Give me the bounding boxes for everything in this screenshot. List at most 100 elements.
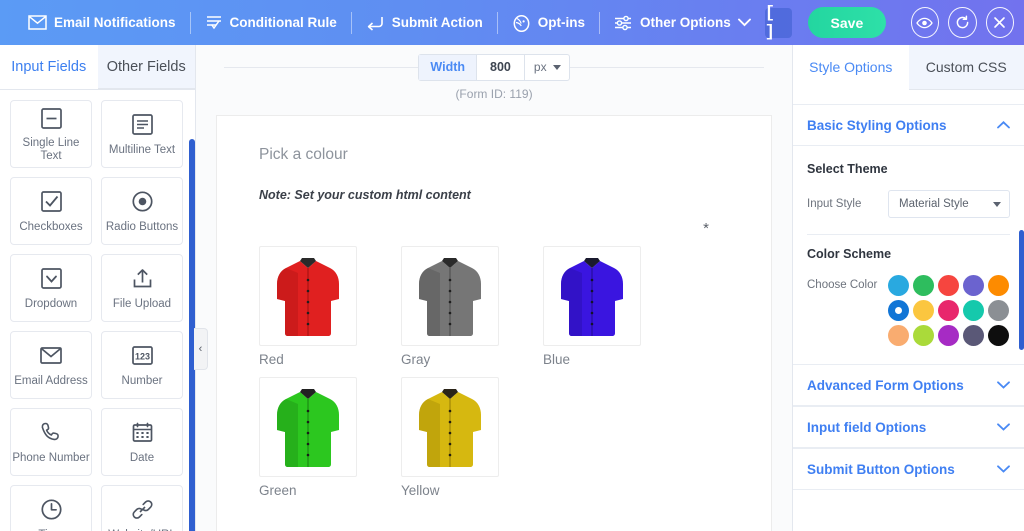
colour-option-label: Green <box>259 483 297 498</box>
tab-custom-css[interactable]: Custom CSS <box>908 45 1024 90</box>
accordion-basic-styling-options[interactable]: Basic Styling Options <box>793 104 1024 146</box>
left-panel-tabs: Input Fields Other Fields <box>0 45 195 90</box>
chevron-down-icon <box>997 420 1010 434</box>
width-control-row: Width 800 px <box>196 45 792 89</box>
colour-option-green: Green <box>259 377 401 498</box>
color-swatch[interactable] <box>888 275 909 296</box>
tab-other-fields[interactable]: Other Fields <box>97 45 195 89</box>
tab-style-options[interactable]: Style Options <box>793 45 909 90</box>
field-item-single-line-text[interactable]: Single Line Text <box>10 100 92 168</box>
toolbar-item-other-options[interactable]: Other Options <box>600 8 765 38</box>
accordion-label: Submit Button Options <box>807 461 955 477</box>
accordion-submit-button-options[interactable]: Submit Button Options <box>793 448 1024 490</box>
color-swatch[interactable] <box>988 325 1009 346</box>
link-icon <box>131 497 154 523</box>
shirt-image-green <box>277 389 339 467</box>
color-swatch[interactable] <box>988 275 1009 296</box>
accordion-advanced-form-options[interactable]: Advanced Form Options <box>793 364 1024 406</box>
form-builder-app: Email Notifications Conditional Rule Sub… <box>0 0 1024 531</box>
refresh-icon[interactable] <box>948 7 977 38</box>
color-swatch[interactable] <box>913 275 934 296</box>
number-123-icon: 123 <box>131 343 154 369</box>
field-item-label: Single Line Text <box>22 137 80 162</box>
save-button[interactable]: Save <box>808 7 886 38</box>
required-marker: * <box>703 220 709 237</box>
accordion-input-field-options[interactable]: Input field Options <box>793 406 1024 448</box>
preview-eye-icon[interactable] <box>910 7 940 38</box>
chevron-down-icon <box>997 462 1010 476</box>
single-line-text-icon <box>40 105 63 131</box>
field-item-label: Number <box>121 374 163 387</box>
colour-option-image[interactable] <box>401 377 499 477</box>
field-item-file-upload[interactable]: File Upload <box>101 254 183 322</box>
dropdown-icon <box>40 266 63 292</box>
colour-option-image[interactable] <box>401 246 499 346</box>
color-swatch[interactable] <box>938 275 959 296</box>
field-item-email-address[interactable]: Email Address <box>10 331 92 399</box>
input-style-select[interactable]: Material Style <box>888 190 1010 218</box>
right-panel-tabs: Style Options Custom CSS <box>793 45 1024 90</box>
code-view-button[interactable]: [ ] <box>764 4 793 42</box>
colour-option-label: Yellow <box>401 483 440 498</box>
field-item-time[interactable]: Time <box>10 485 92 531</box>
form-preview-card: Pick a colour Note: Set your custom html… <box>216 115 772 531</box>
color-swatch[interactable] <box>988 300 1009 321</box>
field-item-dropdown[interactable]: Dropdown <box>10 254 92 322</box>
toolbar-item-label: Other Options <box>640 15 731 30</box>
field-item-label: Radio Buttons <box>105 220 179 233</box>
color-swatch[interactable] <box>888 325 909 346</box>
colour-option-image[interactable] <box>259 246 357 346</box>
field-item-phone-number[interactable]: Phone Number <box>10 408 92 476</box>
field-item-label: Checkboxes <box>19 220 83 233</box>
chevron-down-icon <box>737 18 751 27</box>
color-swatch[interactable] <box>913 325 934 346</box>
optins-icon <box>512 14 531 32</box>
field-item-label: Multiline Text <box>108 143 176 156</box>
choose-color-label: Choose Color <box>807 279 878 291</box>
clock-icon <box>40 497 63 523</box>
tab-input-fields[interactable]: Input Fields <box>0 45 98 89</box>
basic-styling-body: Select Theme Input Style Material Style … <box>793 146 1024 354</box>
color-swatch[interactable] <box>963 325 984 346</box>
colour-option-label: Red <box>259 352 284 367</box>
input-style-row: Input Style Material Style <box>807 190 1010 218</box>
toolbar-item-email-notifications[interactable]: Email Notifications <box>14 8 190 38</box>
field-item-multiline-text[interactable]: Multiline Text <box>101 100 183 168</box>
field-item-radio-buttons[interactable]: Radio Buttons <box>101 177 183 245</box>
collapse-left-panel-button[interactable]: ‹ <box>194 328 208 370</box>
form-canvas-area: Width 800 px (Form ID: 119) Pick a colou… <box>196 45 792 531</box>
field-item-number[interactable]: 123 Number <box>101 331 183 399</box>
right-panel-scrollbar[interactable] <box>1019 230 1024 350</box>
colour-option-image[interactable] <box>259 377 357 477</box>
close-icon[interactable] <box>985 7 1015 38</box>
color-swatch[interactable] <box>963 300 984 321</box>
color-swatch-selected[interactable] <box>888 300 909 321</box>
toolbar-item-conditional-rule[interactable]: Conditional Rule <box>191 8 351 38</box>
chevron-up-icon <box>997 118 1010 132</box>
color-swatch[interactable] <box>938 325 959 346</box>
color-swatch[interactable] <box>913 300 934 321</box>
toolbar-item-label: Email Notifications <box>54 15 176 30</box>
fields-scroll-area: Single Line Text Multiline Text Checkbox… <box>0 90 195 531</box>
color-swatch[interactable] <box>963 275 984 296</box>
field-item-label: Email Address <box>14 374 88 387</box>
file-upload-icon <box>131 266 154 292</box>
colour-option-image[interactable] <box>543 246 641 346</box>
toolbar-item-label: Conditional Rule <box>229 15 337 30</box>
colour-option-red: Red <box>259 246 401 367</box>
width-input[interactable]: 800 <box>477 54 525 80</box>
accordion-label: Input field Options <box>807 419 927 435</box>
toolbar-item-opt-ins[interactable]: Opt-ins <box>498 8 599 38</box>
toolbar-item-submit-action[interactable]: Submit Action <box>352 8 497 38</box>
choose-color-row: Choose Color <box>807 275 1010 346</box>
sliders-icon <box>614 15 633 31</box>
field-item-website-url[interactable]: Website/URL <box>101 485 183 531</box>
colour-option-label: Gray <box>401 352 431 367</box>
width-unit-select[interactable]: px <box>525 55 569 80</box>
custom-html-note: Note: Set your custom html content <box>259 188 471 202</box>
color-swatch[interactable] <box>938 300 959 321</box>
field-item-date[interactable]: Date <box>101 408 183 476</box>
selected-dot-icon <box>895 307 902 314</box>
field-item-checkboxes[interactable]: Checkboxes <box>10 177 92 245</box>
colour-option-label: Blue <box>543 352 571 367</box>
